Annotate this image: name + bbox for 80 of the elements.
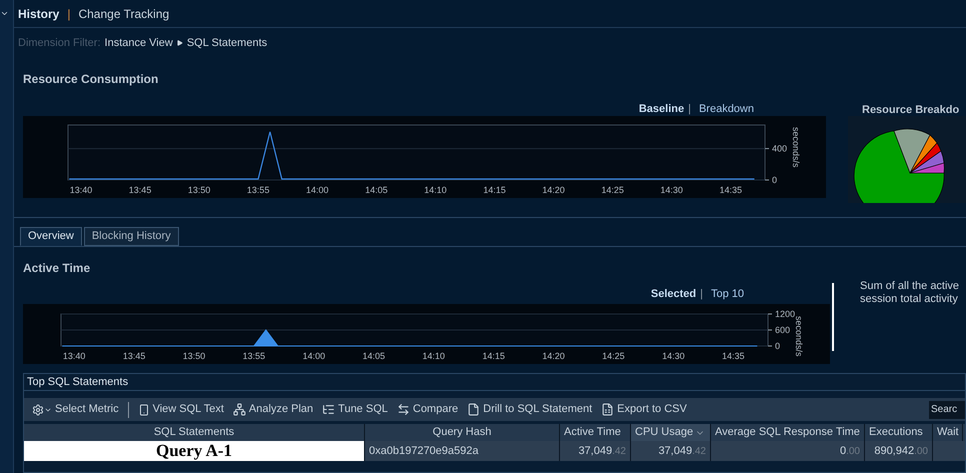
y-tick: 600 [60, 325, 790, 335]
list-icon [322, 403, 336, 416]
x-tick-label: 14:00 [306, 185, 329, 195]
y-tick-label: 400 [772, 144, 788, 154]
view-toggle[interactable]: Top 10 [710, 286, 744, 302]
scroll-divider [832, 283, 834, 351]
nav-tab[interactable]: Change Tracking [78, 4, 170, 22]
panel-title: Resource Breakdo [861, 103, 960, 116]
x-tick-label: 14:20 [542, 185, 565, 195]
x-tick-label: 14:00 [302, 351, 326, 361]
y-tick-label: 0 [775, 341, 780, 351]
x-tick-label: 14:35 [722, 351, 745, 361]
x-tick-label: 13:45 [128, 185, 152, 195]
x-tick-label: 14:30 [662, 351, 685, 361]
description-text: Sum of all the active [860, 280, 960, 293]
x-tick-label: 14:05 [362, 351, 386, 361]
breadcrumb-link[interactable]: Instance View [104, 34, 173, 52]
toolbar-button[interactable]: Tune SQL [322, 401, 388, 418]
y-tick-label: 1200 [775, 309, 796, 319]
phone-icon [138, 404, 150, 416]
nav-tab[interactable]: History [18, 4, 60, 22]
toolbar-button[interactable]: View SQL Text [138, 401, 224, 418]
breadcrumb-arrow-icon [176, 40, 183, 46]
spreadsheet-icon [601, 403, 614, 416]
compare-icon [396, 403, 410, 416]
tab[interactable]: Blocking History [84, 227, 179, 246]
x-tick-label: 13:55 [242, 351, 266, 361]
toolbar-button[interactable]: Select Metric [32, 401, 119, 418]
x-tick-label: 14:35 [719, 185, 742, 195]
tab[interactable]: Overview [20, 227, 82, 246]
column-header[interactable]: CPU Usage [631, 424, 711, 441]
section-title: Active Time [23, 260, 92, 275]
breadcrumb-link[interactable]: SQL Statements [186, 34, 268, 52]
x-tick-label: 13:55 [246, 185, 270, 195]
separator: | [67, 6, 70, 22]
table-cell-text: 37,049.42 [658, 444, 707, 459]
table-cell-text: 0xa0b197270e9a592a [369, 444, 479, 459]
y-axis-label: seconds/s [791, 127, 801, 168]
section-title: Resource Consumption [22, 71, 160, 88]
x-tick-label: 14:10 [422, 351, 445, 361]
x-tick-label: 14:25 [602, 351, 625, 361]
x-tick-label: 13:50 [182, 351, 206, 361]
y-tick: 400 [68, 144, 788, 154]
panel-title: Top SQL Statements [24, 374, 965, 391]
toolbar-button[interactable]: Compare [396, 401, 458, 418]
hierarchy-icon [232, 403, 246, 416]
document-icon [467, 403, 480, 416]
x-tick-label: 13:50 [188, 185, 210, 195]
caret-icon [0, 9, 9, 18]
x-tick-label: 14:30 [660, 185, 683, 195]
table-cell-text: 37,049.42 [578, 444, 627, 459]
x-tick-label: 13:45 [122, 351, 146, 361]
table-cell-text: Query A-1 [156, 440, 232, 462]
filter-label: Dimension Filter: [18, 36, 101, 51]
y-tick-label: 0 [772, 175, 778, 185]
x-tick-label: 14:20 [542, 351, 565, 361]
separator: | [700, 286, 703, 302]
gear-icon [32, 404, 52, 416]
y-tick-label: 600 [775, 325, 790, 335]
y-tick: 1200 [60, 309, 796, 319]
table-cell-text: 0.00 [840, 444, 861, 459]
x-tick-label: 14:15 [483, 185, 506, 195]
separator: | [688, 102, 691, 117]
x-tick-label: 14:05 [365, 185, 388, 195]
y-tick: 0 [68, 175, 778, 185]
table-cell-text: 890,942.00 [874, 444, 929, 459]
x-tick-label: 13:40 [62, 351, 86, 361]
search-field[interactable]: Searc [929, 400, 965, 418]
x-tick-label: 14:10 [424, 185, 447, 195]
y-axis-label: seconds/s [794, 316, 804, 357]
view-toggle[interactable]: Selected [650, 286, 696, 302]
description-text: session total activity [860, 293, 959, 306]
view-toggle[interactable]: Breakdown [698, 100, 754, 118]
toolbar-button[interactable]: Export to CSV [601, 401, 687, 418]
view-toggle[interactable]: Baseline [638, 100, 684, 118]
x-tick-label: 14:25 [601, 185, 624, 195]
toolbar-button[interactable]: Drill to SQL Statement [467, 401, 592, 418]
x-tick-label: 14:15 [482, 351, 505, 361]
toolbar-button[interactable]: Analyze Plan [232, 401, 314, 418]
x-tick-label: 13:40 [70, 185, 92, 195]
